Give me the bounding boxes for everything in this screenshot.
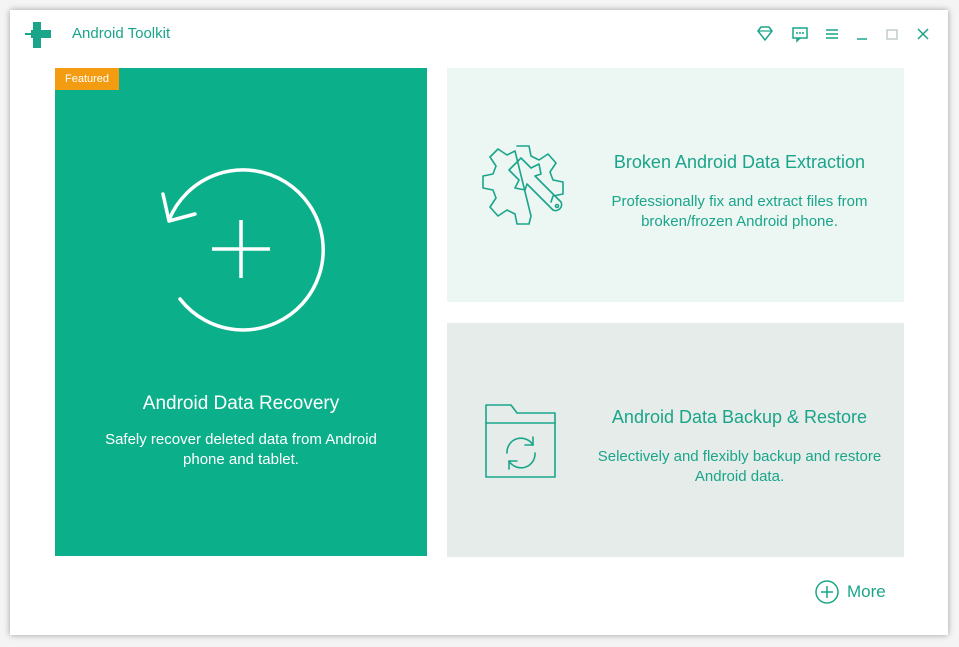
gear-wrench-icon [482,145,564,225]
diamond-icon[interactable] [755,24,775,44]
app-window: Android Toolkit Featured Android Data Re… [10,10,948,635]
plus-circle-icon [815,580,839,604]
featured-title: Android Data Recovery [142,393,340,414]
broken-extraction-title: Broken Android Data Extraction [613,152,866,172]
more-button[interactable]: More [815,579,886,605]
backup-restore-title: Android Data Backup & Restore [611,407,868,427]
backup-restore-description: Selectively and flexibly backup and rest… [597,448,882,485]
feedback-icon[interactable] [790,24,810,44]
more-label: More [847,582,886,601]
title-bar: Android Toolkit [10,10,948,58]
app-logo-icon [25,22,51,48]
app-title: Android Toolkit [72,25,171,42]
maximize-icon[interactable] [882,24,902,44]
android-data-recovery-card[interactable]: Featured Android Data Recovery Safely re… [55,68,427,556]
folder-sync-icon [485,404,556,478]
featured-badge: Featured [55,68,119,90]
android-data-backup-restore-card[interactable]: Android Data Backup & Restore Selectivel… [447,323,904,557]
menu-icon[interactable] [822,24,842,44]
minimize-icon[interactable] [852,24,872,44]
featured-description: Safely recover deleted data from Android… [105,431,377,468]
broken-android-data-extraction-card[interactable]: Broken Android Data Extraction Professio… [447,68,904,302]
close-icon[interactable] [913,24,933,44]
recovery-icon [161,168,325,332]
broken-extraction-description: Professionally fix and extract files fro… [611,193,868,230]
